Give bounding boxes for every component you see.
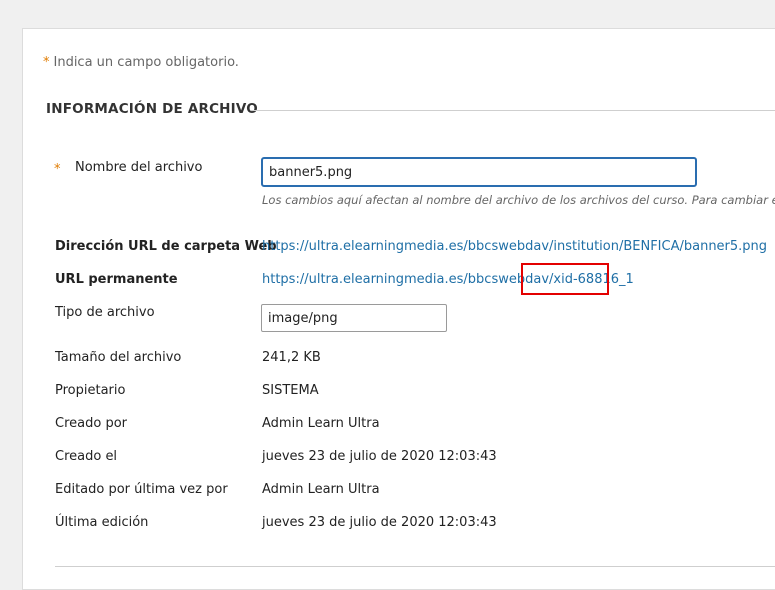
permanent-url-label: URL permanente [55, 272, 178, 287]
file-type-label: Tipo de archivo [55, 305, 155, 320]
created-by-label: Creado por [55, 416, 127, 431]
section-title: INFORMACIÓN DE ARCHIVO [46, 101, 258, 117]
file-size-value: 241,2 KB [262, 350, 321, 365]
owner-label: Propietario [55, 383, 126, 398]
filename-help-text: Los cambios aquí afectan al nombre del a… [262, 193, 775, 207]
owner-value: SISTEMA [262, 383, 319, 398]
web-folder-url-link[interactable]: https://ultra.elearningmedia.es/bbcswebd… [262, 239, 767, 254]
created-by-value: Admin Learn Ultra [262, 416, 380, 431]
created-on-value: jueves 23 de julio de 2020 12:03:43 [262, 449, 497, 464]
section-divider [251, 110, 775, 111]
filename-required-star: * [54, 162, 61, 177]
last-edited-by-label: Editado por última vez por [55, 482, 228, 497]
created-on-label: Creado el [55, 449, 118, 464]
required-note-text: Indica un campo obligatorio. [53, 55, 239, 70]
permanent-url-prefix: https://ultra.elearningmedia.es/bbcswebd… [262, 272, 554, 287]
last-edited-by-value: Admin Learn Ultra [262, 482, 380, 497]
last-edited-value: jueves 23 de julio de 2020 12:03:43 [262, 515, 497, 530]
filename-input[interactable] [261, 157, 697, 187]
web-folder-url-label: Dirección URL de carpeta Web [55, 239, 277, 254]
xid-highlight-box [521, 263, 609, 295]
bottom-divider [55, 566, 775, 567]
file-type-input[interactable] [261, 304, 447, 332]
file-size-label: Tamaño del archivo [55, 350, 182, 365]
required-field-note: * Indica un campo obligatorio. [43, 55, 239, 70]
file-info-panel: * Indica un campo obligatorio. INFORMACIÓ… [22, 28, 775, 590]
required-star: * [43, 55, 50, 70]
last-edited-label: Última edición [55, 515, 149, 530]
filename-label: Nombre del archivo [75, 160, 203, 175]
